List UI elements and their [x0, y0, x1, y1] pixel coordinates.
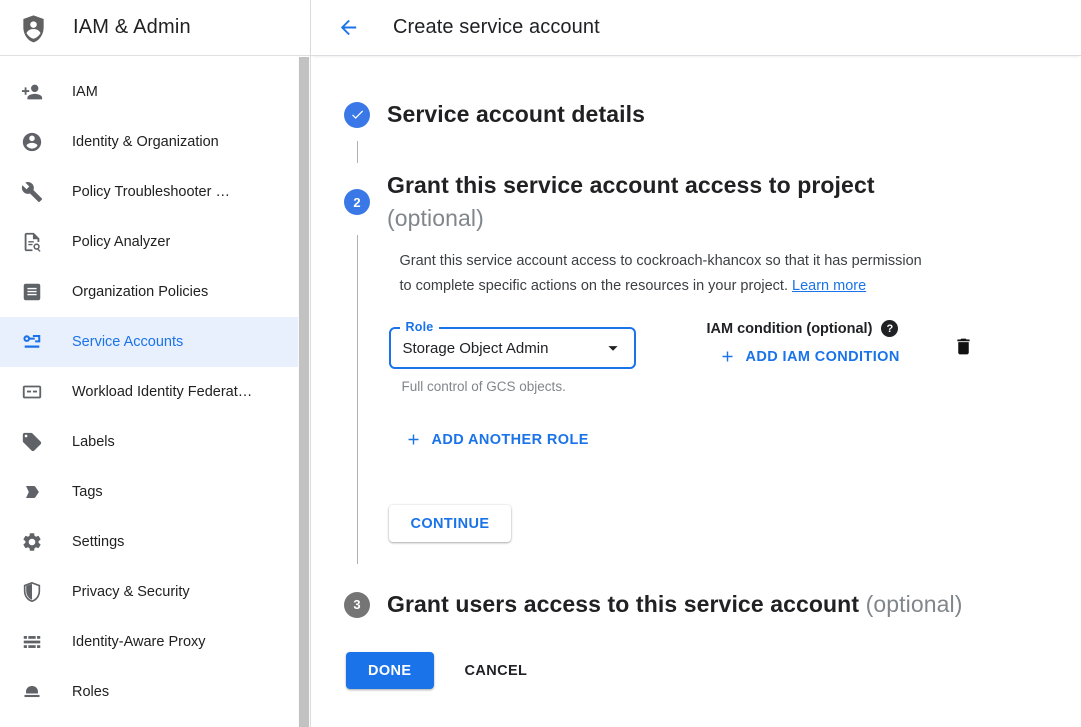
sidebar-item-label: Service Accounts — [72, 334, 183, 350]
step3-number: 3 — [353, 597, 360, 612]
privacy-security-icon — [21, 581, 43, 603]
step3-row: 3 Grant users access to this service acc… — [344, 588, 1061, 621]
step1-complete-circle — [344, 102, 370, 128]
sidebar-item-label: Identity & Organization — [72, 134, 219, 150]
step2-body: Grant this service account access to coc… — [357, 235, 1062, 564]
sidebar-item-workload-identity-federat[interactable]: Workload Identity Federat… — [0, 367, 310, 417]
step1-title: Service account details — [387, 98, 645, 131]
sidebar-nav: IAM Identity & Organization Policy Troub… — [0, 56, 310, 717]
main-region: Create service account Service account d… — [311, 0, 1081, 727]
help-icon[interactable]: ? — [881, 320, 898, 337]
role-select[interactable]: Role Storage Object Admin — [389, 327, 636, 369]
wrench-icon — [21, 181, 43, 203]
sidebar-scrollbar[interactable] — [298, 57, 310, 727]
sidebar-item-labels[interactable]: Labels — [0, 417, 310, 467]
workload-identity-icon — [21, 381, 43, 403]
arrow-back-icon — [337, 16, 360, 39]
sidebar-item-label: IAM — [72, 84, 98, 100]
sidebar-item-organization-policies[interactable]: Organization Policies — [0, 267, 310, 317]
step2-row: 2 Grant this service account access to p… — [344, 169, 1061, 235]
step1-row: Service account details — [344, 98, 1061, 131]
sidebar-item-roles[interactable]: Roles — [0, 667, 310, 717]
role-selected-value: Storage Object Admin — [403, 340, 549, 357]
sidebar-item-settings[interactable]: Settings — [0, 517, 310, 567]
delete-role-button[interactable] — [953, 336, 974, 357]
sidebar-item-label: Settings — [72, 534, 124, 550]
sidebar-item-service-accounts[interactable]: Service Accounts — [0, 317, 310, 367]
sidebar-item-label: Labels — [72, 434, 115, 450]
sidebar-item-label: Identity-Aware Proxy — [72, 634, 206, 650]
step2-number-circle: 2 — [344, 189, 370, 215]
sidebar-item-label: Roles — [72, 684, 109, 700]
content: Service account details 2 Grant this ser… — [311, 56, 1081, 727]
step2-title: Grant this service account access to pro… — [387, 169, 875, 235]
sidebar-item-label: Workload Identity Federat… — [72, 384, 252, 400]
sidebar-item-label: Organization Policies — [72, 284, 208, 300]
add-iam-condition-button[interactable]: ADD IAM CONDITION — [719, 348, 900, 365]
iam-condition-block: IAM condition (optional) ? ADD IAM CONDI… — [707, 320, 900, 370]
sidebar-item-policy-troubleshooter[interactable]: Policy Troubleshooter … — [0, 167, 310, 217]
role-row: Role Storage Object Admin Full control o… — [389, 327, 1062, 394]
trash-icon — [953, 336, 974, 357]
step3-number-circle: 3 — [344, 592, 370, 618]
add-another-role-button[interactable]: ADD ANOTHER ROLE — [405, 431, 589, 448]
step3-title: Grant users access to this service accou… — [387, 588, 962, 621]
sidebar: IAM & Admin IAM Identity & Organization … — [0, 0, 311, 727]
sidebar-item-label: Policy Troubleshooter … — [72, 184, 230, 200]
step2-optional-label: (optional) — [387, 205, 484, 231]
iap-icon — [21, 631, 43, 653]
sidebar-item-policy-analyzer[interactable]: Policy Analyzer — [0, 217, 310, 267]
identity-icon — [21, 131, 43, 153]
role-field-label: Role — [400, 320, 440, 334]
sidebar-item-identity-aware-proxy[interactable]: Identity-Aware Proxy — [0, 617, 310, 667]
tag-icon — [21, 481, 43, 503]
sidebar-item-label: Tags — [72, 484, 103, 500]
iam-admin-shield-logo-icon — [19, 12, 48, 44]
page-title: Create service account — [393, 16, 600, 39]
check-icon — [350, 107, 365, 122]
sidebar-header: IAM & Admin — [0, 0, 310, 56]
sidebar-product-title: IAM & Admin — [73, 16, 191, 39]
plus-icon — [719, 348, 736, 365]
done-button[interactable]: DONE — [346, 652, 434, 689]
arrow-drop-down-icon — [602, 337, 624, 359]
sidebar-item-tags[interactable]: Tags — [0, 467, 310, 517]
step3-optional-label: (optional) — [866, 591, 963, 617]
policy-analyzer-icon — [21, 231, 43, 253]
roles-icon — [21, 681, 43, 703]
person-add-icon — [21, 81, 43, 103]
settings-icon — [21, 531, 43, 553]
cancel-button[interactable]: CANCEL — [465, 663, 528, 679]
service-accounts-icon — [21, 331, 43, 353]
role-helper-text: Full control of GCS objects. — [402, 379, 636, 394]
learn-more-link[interactable]: Learn more — [792, 278, 866, 294]
sidebar-item-privacy-security[interactable]: Privacy & Security — [0, 567, 310, 617]
stepper-connector — [357, 141, 359, 163]
org-policies-icon — [21, 281, 43, 303]
sidebar-item-identity-organization[interactable]: Identity & Organization — [0, 117, 310, 167]
plus-icon — [405, 431, 422, 448]
scrollbar-thumb[interactable] — [299, 57, 309, 727]
topbar: Create service account — [311, 0, 1081, 56]
iam-condition-label: IAM condition (optional) — [707, 321, 873, 337]
sidebar-item-iam[interactable]: IAM — [0, 67, 310, 117]
app-root: IAM & Admin IAM Identity & Organization … — [0, 0, 1081, 727]
step2-description: Grant this service account access to coc… — [400, 249, 1062, 299]
form-actions: DONE CANCEL — [346, 652, 1061, 689]
step2-number: 2 — [353, 195, 360, 210]
sidebar-item-label: Privacy & Security — [72, 584, 190, 600]
continue-button[interactable]: CONTINUE — [389, 505, 512, 542]
back-button[interactable] — [337, 16, 360, 39]
label-icon — [21, 431, 43, 453]
role-field-column: Role Storage Object Admin Full control o… — [389, 327, 636, 394]
sidebar-item-label: Policy Analyzer — [72, 234, 170, 250]
